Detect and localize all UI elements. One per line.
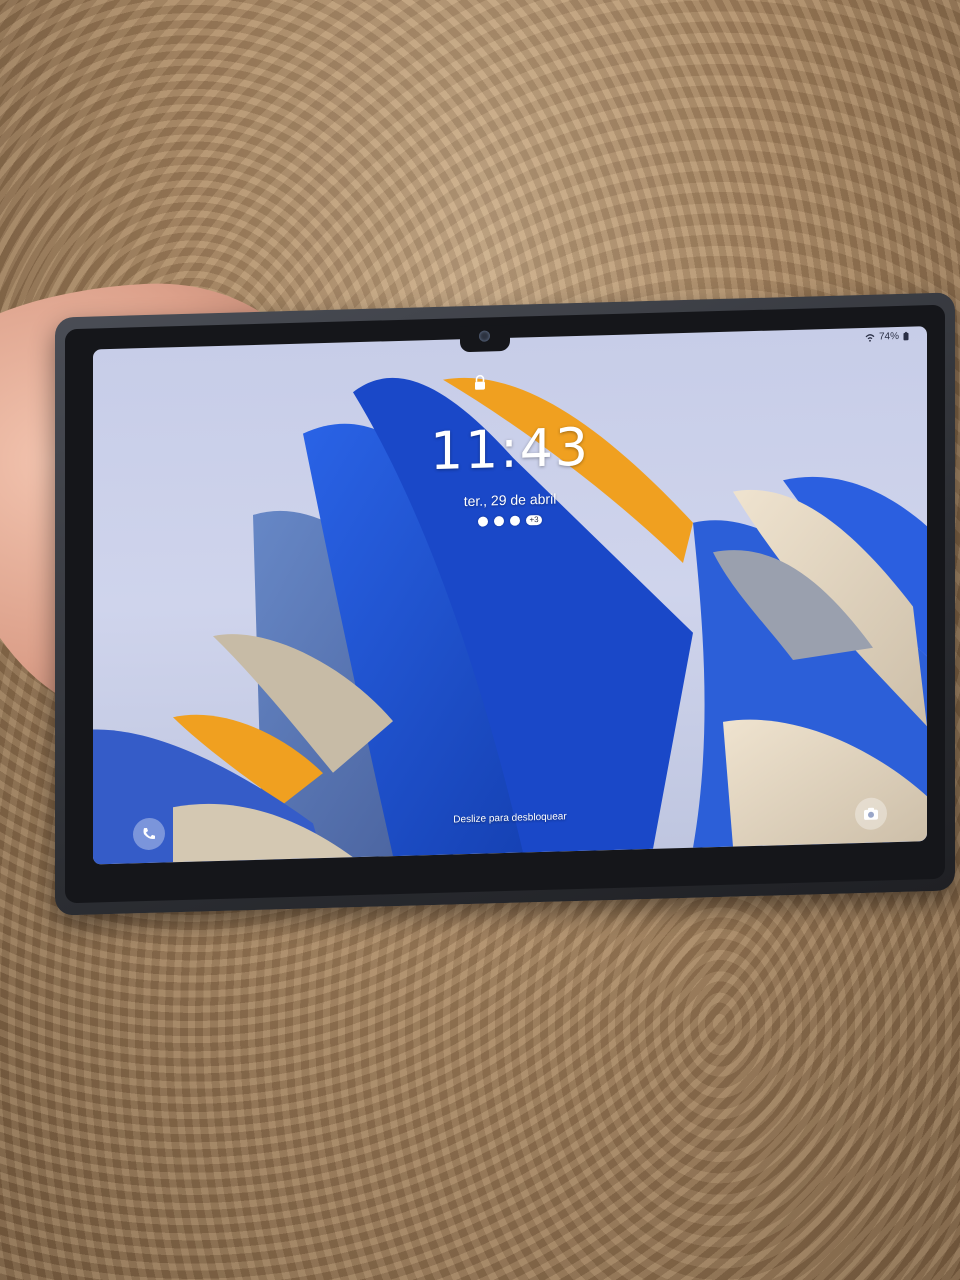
notification-count-badge: +3 [526,514,542,526]
camera-shortcut-icon [864,807,878,820]
camera-notch [460,324,510,353]
notification-icon [494,516,505,527]
lock-screen[interactable]: 74% 11:43 ter., 29 de abril +3 Deslize p… [93,326,927,865]
notification-icon [510,515,521,526]
battery-icon [903,331,909,341]
wifi-icon [865,333,875,342]
phone-shortcut-icon [143,827,155,839]
notification-icon [478,516,489,527]
battery-level: 74% [878,330,899,343]
tablet: 74% 11:43 ter., 29 de abril +3 Deslize p… [55,292,955,916]
wallpaper [93,377,927,865]
status-bar: 74% [865,331,909,343]
lock-icon [475,374,485,390]
front-camera [479,330,490,342]
